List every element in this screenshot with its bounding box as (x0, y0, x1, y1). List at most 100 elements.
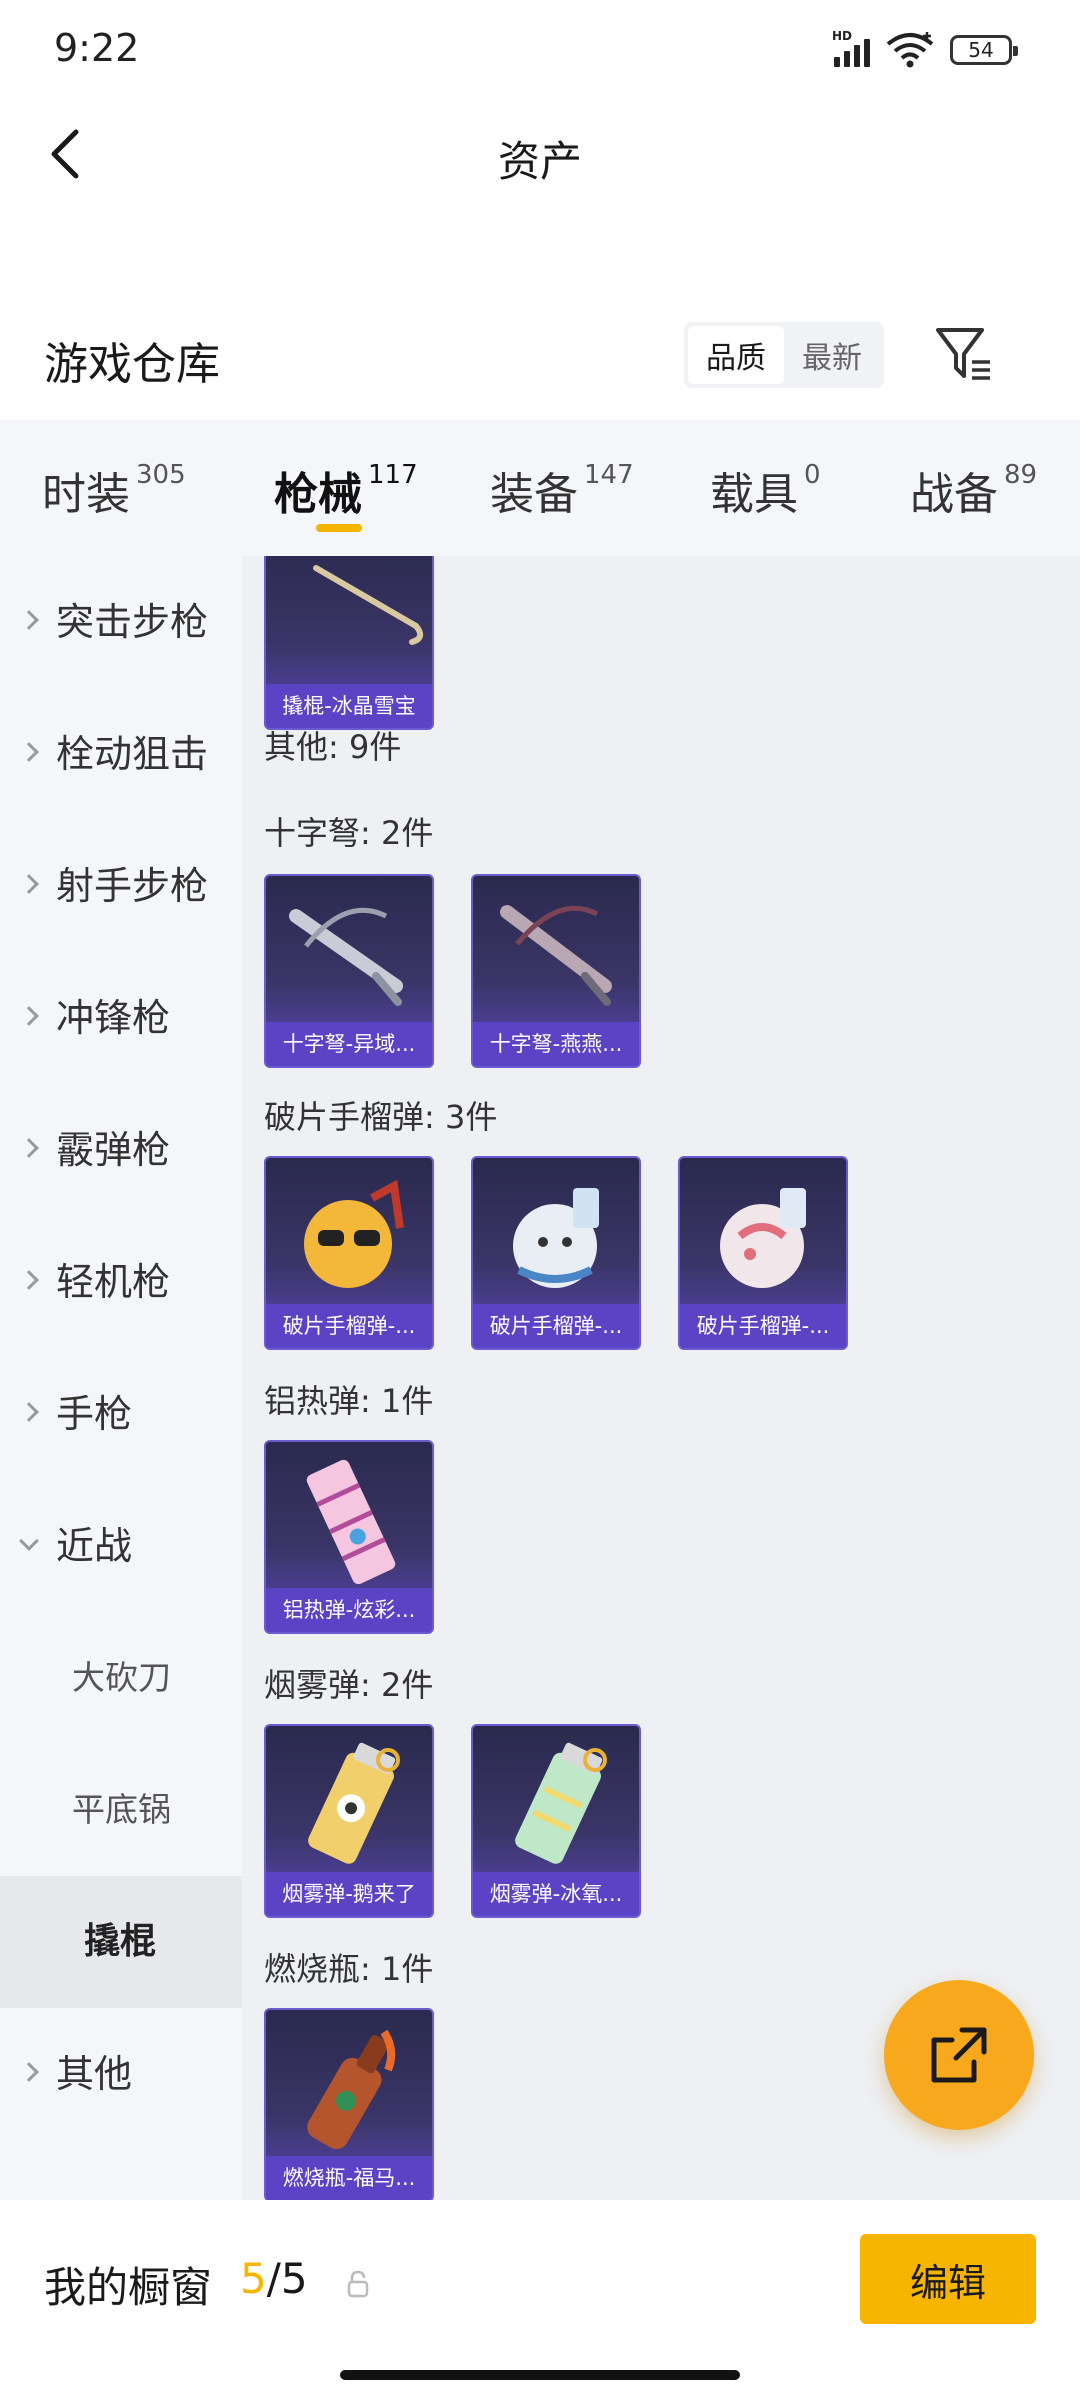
sidebar-item-pistol[interactable]: 手枪 (0, 1348, 242, 1480)
item-card[interactable]: 十字弩-燕燕... (471, 874, 641, 1068)
item-card[interactable]: 烟雾弹-冰氧... (471, 1724, 641, 1918)
sidebar-item-other[interactable]: 其他 (0, 2008, 242, 2140)
crowbar-icon (313, 565, 424, 645)
grenade-icon (304, 1179, 404, 1288)
sort-toggle: 品质 最新 (684, 322, 884, 388)
chevron-right-icon (19, 1138, 39, 1158)
showcase-label: 我的橱窗 (44, 2263, 213, 2312)
tab-guns[interactable]: 枪械 117 (274, 458, 418, 522)
sidebar-subitem-crowbar[interactable]: 撬棍 (0, 1876, 242, 2008)
sort-quality-button[interactable]: 品质 (688, 326, 784, 384)
item-card[interactable]: 十字弩-异域... (264, 874, 434, 1068)
tab-gear[interactable]: 战备 89 (910, 458, 1037, 522)
group-label: 破片手榴弹: 3件 (264, 1098, 498, 1136)
sidebar-item-lmg[interactable]: 轻机枪 (0, 1216, 242, 1348)
sidebar-item-shotgun[interactable]: 霰弹枪 (0, 1084, 242, 1216)
nav-bar: 资产 (0, 100, 1080, 210)
sidebar-item-label: 其他 (56, 2052, 133, 2096)
group-label: 其他: 9件 (264, 728, 402, 766)
chevron-right-icon (19, 1402, 39, 1422)
tab-fashion[interactable]: 时装 305 (42, 458, 186, 522)
item-name: 烟雾弹-鹅来了 (266, 1872, 432, 1916)
tab-label: 时装 (42, 469, 130, 520)
sidebar-item-label: 射手步枪 (56, 864, 209, 908)
chevron-right-icon (19, 610, 39, 630)
grenade-icon (720, 1188, 806, 1288)
group-label: 燃烧瓶: 1件 (264, 1950, 434, 1988)
sidebar-subitem-pan[interactable]: 平底锅 (0, 1744, 242, 1876)
sidebar-subitem-machete[interactable]: 大砍刀 (0, 1612, 242, 1744)
item-card[interactable]: 铝热弹-炫彩... (264, 1440, 434, 1634)
chevron-right-icon (19, 742, 39, 762)
item-card[interactable]: 烟雾弹-鹅来了 (264, 1724, 434, 1918)
sidebar-item-assault-rifle[interactable]: 突击步枪 (0, 556, 242, 688)
tab-count: 305 (136, 460, 186, 490)
tab-label: 枪械 (274, 469, 362, 520)
status-bar: 9:22 HD 54 (0, 0, 1080, 100)
item-name: 破片手榴弹-... (680, 1304, 846, 1348)
sidebar-item-melee[interactable]: 近战 (0, 1480, 242, 1612)
home-indicator[interactable] (340, 2370, 740, 2380)
item-card[interactable]: 破片手榴弹-... (471, 1156, 641, 1350)
smoke-grenade-icon (515, 1742, 607, 1864)
tab-count: 117 (368, 460, 418, 490)
tab-vehicles[interactable]: 载具 0 (710, 458, 821, 522)
battery-icon: 54 (950, 35, 1018, 65)
status-time: 9:22 (54, 26, 140, 70)
item-card[interactable]: 破片手榴弹-... (678, 1156, 848, 1350)
thermite-icon (306, 1459, 396, 1585)
crossbow-icon (500, 905, 612, 1006)
signal-icon: HD (832, 29, 870, 67)
grenade-icon (513, 1188, 599, 1288)
tab-label: 战备 (910, 469, 998, 520)
lock-icon (347, 2270, 369, 2298)
sidebar-item-label: 撬棍 (84, 1921, 157, 1962)
tab-label: 装备 (490, 469, 578, 520)
sidebar-item-label: 轻机枪 (56, 1260, 171, 1304)
sort-newest-button[interactable]: 最新 (784, 326, 880, 384)
item-card[interactable]: 撬棍-冰晶雪宝 (264, 556, 434, 730)
sidebar: 突击步枪 栓动狙击 射手步枪 冲锋枪 霰弹枪 轻机枪 手枪 近战 大砍刀 平底锅… (0, 556, 242, 2200)
sidebar-item-label: 突击步枪 (56, 600, 209, 644)
item-card[interactable]: 燃烧瓶-福马... (264, 2008, 434, 2200)
sidebar-item-label: 大砍刀 (72, 1658, 171, 1697)
molotov-icon (307, 2029, 396, 2150)
group-label: 十字弩: 2件 (264, 814, 434, 852)
share-button[interactable] (884, 1980, 1034, 2130)
item-name: 破片手榴弹-... (266, 1304, 432, 1348)
edit-button[interactable]: 编辑 (860, 2234, 1036, 2324)
sidebar-item-label: 平底锅 (72, 1790, 171, 1829)
chevron-down-icon (19, 1531, 39, 1551)
tab-count: 89 (1004, 460, 1038, 490)
tab-equipment[interactable]: 装备 147 (490, 458, 634, 522)
warehouse-header: 游戏仓库 品质 最新 (0, 300, 1080, 420)
item-name: 烟雾弹-冰氧... (473, 1872, 639, 1916)
crossbow-icon (289, 907, 403, 1006)
tab-label: 载具 (710, 469, 798, 520)
chevron-right-icon (19, 1006, 39, 1026)
page-title: 资产 (497, 137, 582, 186)
sidebar-item-label: 冲锋枪 (56, 996, 171, 1040)
sidebar-item-bolt-sniper[interactable]: 栓动狙击 (0, 688, 242, 820)
warehouse-title: 游戏仓库 (44, 339, 220, 390)
sidebar-item-marksman-rifle[interactable]: 射手步枪 (0, 820, 242, 952)
filter-icon[interactable] (932, 322, 996, 386)
item-name: 破片手榴弹-... (473, 1304, 639, 1348)
item-name: 十字弩-异域... (266, 1022, 432, 1066)
group-label: 铝热弹: 1件 (264, 1382, 434, 1420)
wifi-icon (886, 32, 934, 68)
chevron-right-icon (19, 874, 39, 894)
share-icon (931, 2027, 987, 2083)
item-card[interactable]: 破片手榴弹-... (264, 1156, 434, 1350)
chevron-right-icon (19, 2062, 39, 2082)
network-type: HD (832, 29, 853, 43)
item-name: 十字弩-燕燕... (473, 1022, 639, 1066)
chevron-right-icon (19, 1270, 39, 1290)
sidebar-item-smg[interactable]: 冲锋枪 (0, 952, 242, 1084)
active-tab-indicator (316, 524, 362, 532)
sidebar-item-label: 近战 (56, 1524, 133, 1568)
group-label: 烟雾弹: 2件 (264, 1666, 434, 1704)
showcase-current: 5 (240, 2254, 267, 2303)
status-icons: HD 54 (832, 29, 1018, 70)
tab-count: 0 (804, 460, 821, 490)
